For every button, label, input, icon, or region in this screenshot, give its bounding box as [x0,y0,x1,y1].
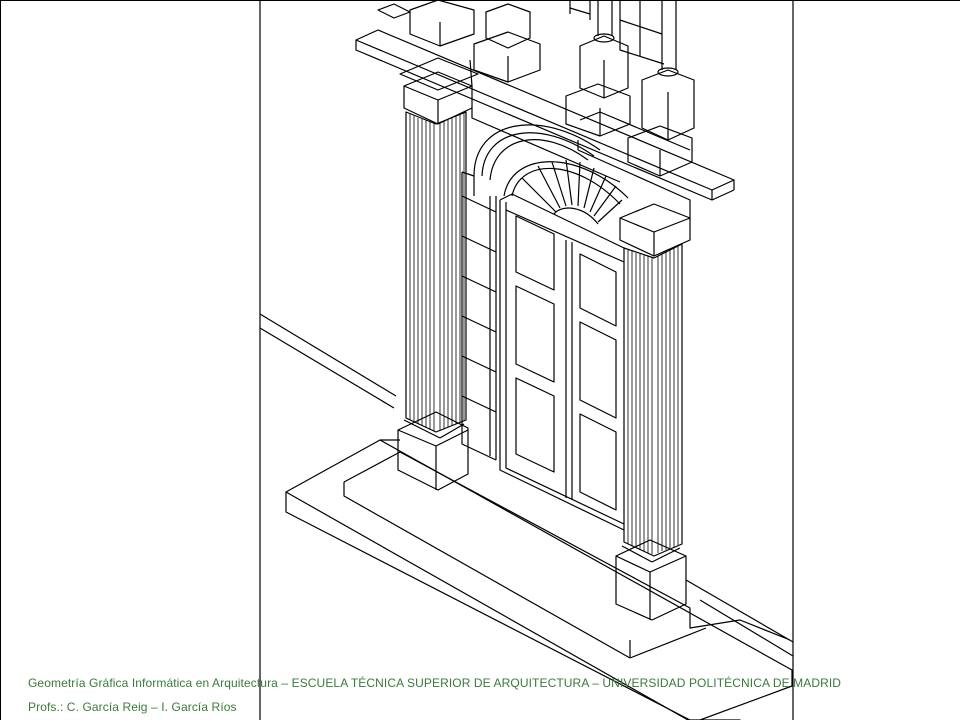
sidewalk-lines [259,313,794,657]
door-leaf-left [515,215,573,500]
pedestal-1 [409,0,475,47]
arch [461,124,629,205]
door-frame [499,193,625,531]
drawing-frame [259,0,794,720]
footer-professors-text: Profs.: C. García Reig – I. García Ríos [28,700,237,714]
pedestal-4 [627,67,695,177]
right-pilaster-capital [619,203,691,257]
rustication [461,172,497,461]
left-pilaster-shaft [405,111,467,433]
door-leaf-right [579,253,617,511]
footer-institution-text: Geometría Gráfica Informática en Arquite… [28,676,842,690]
doorway-line-drawing [259,0,794,720]
right-pilaster-shaft [623,243,683,557]
pedestal-2 [473,3,541,83]
right-pilaster-base [615,539,687,621]
upper-windows-and-columns [569,0,677,70]
slide: Geometría Gráfica Informática en Arquite… [0,0,960,720]
